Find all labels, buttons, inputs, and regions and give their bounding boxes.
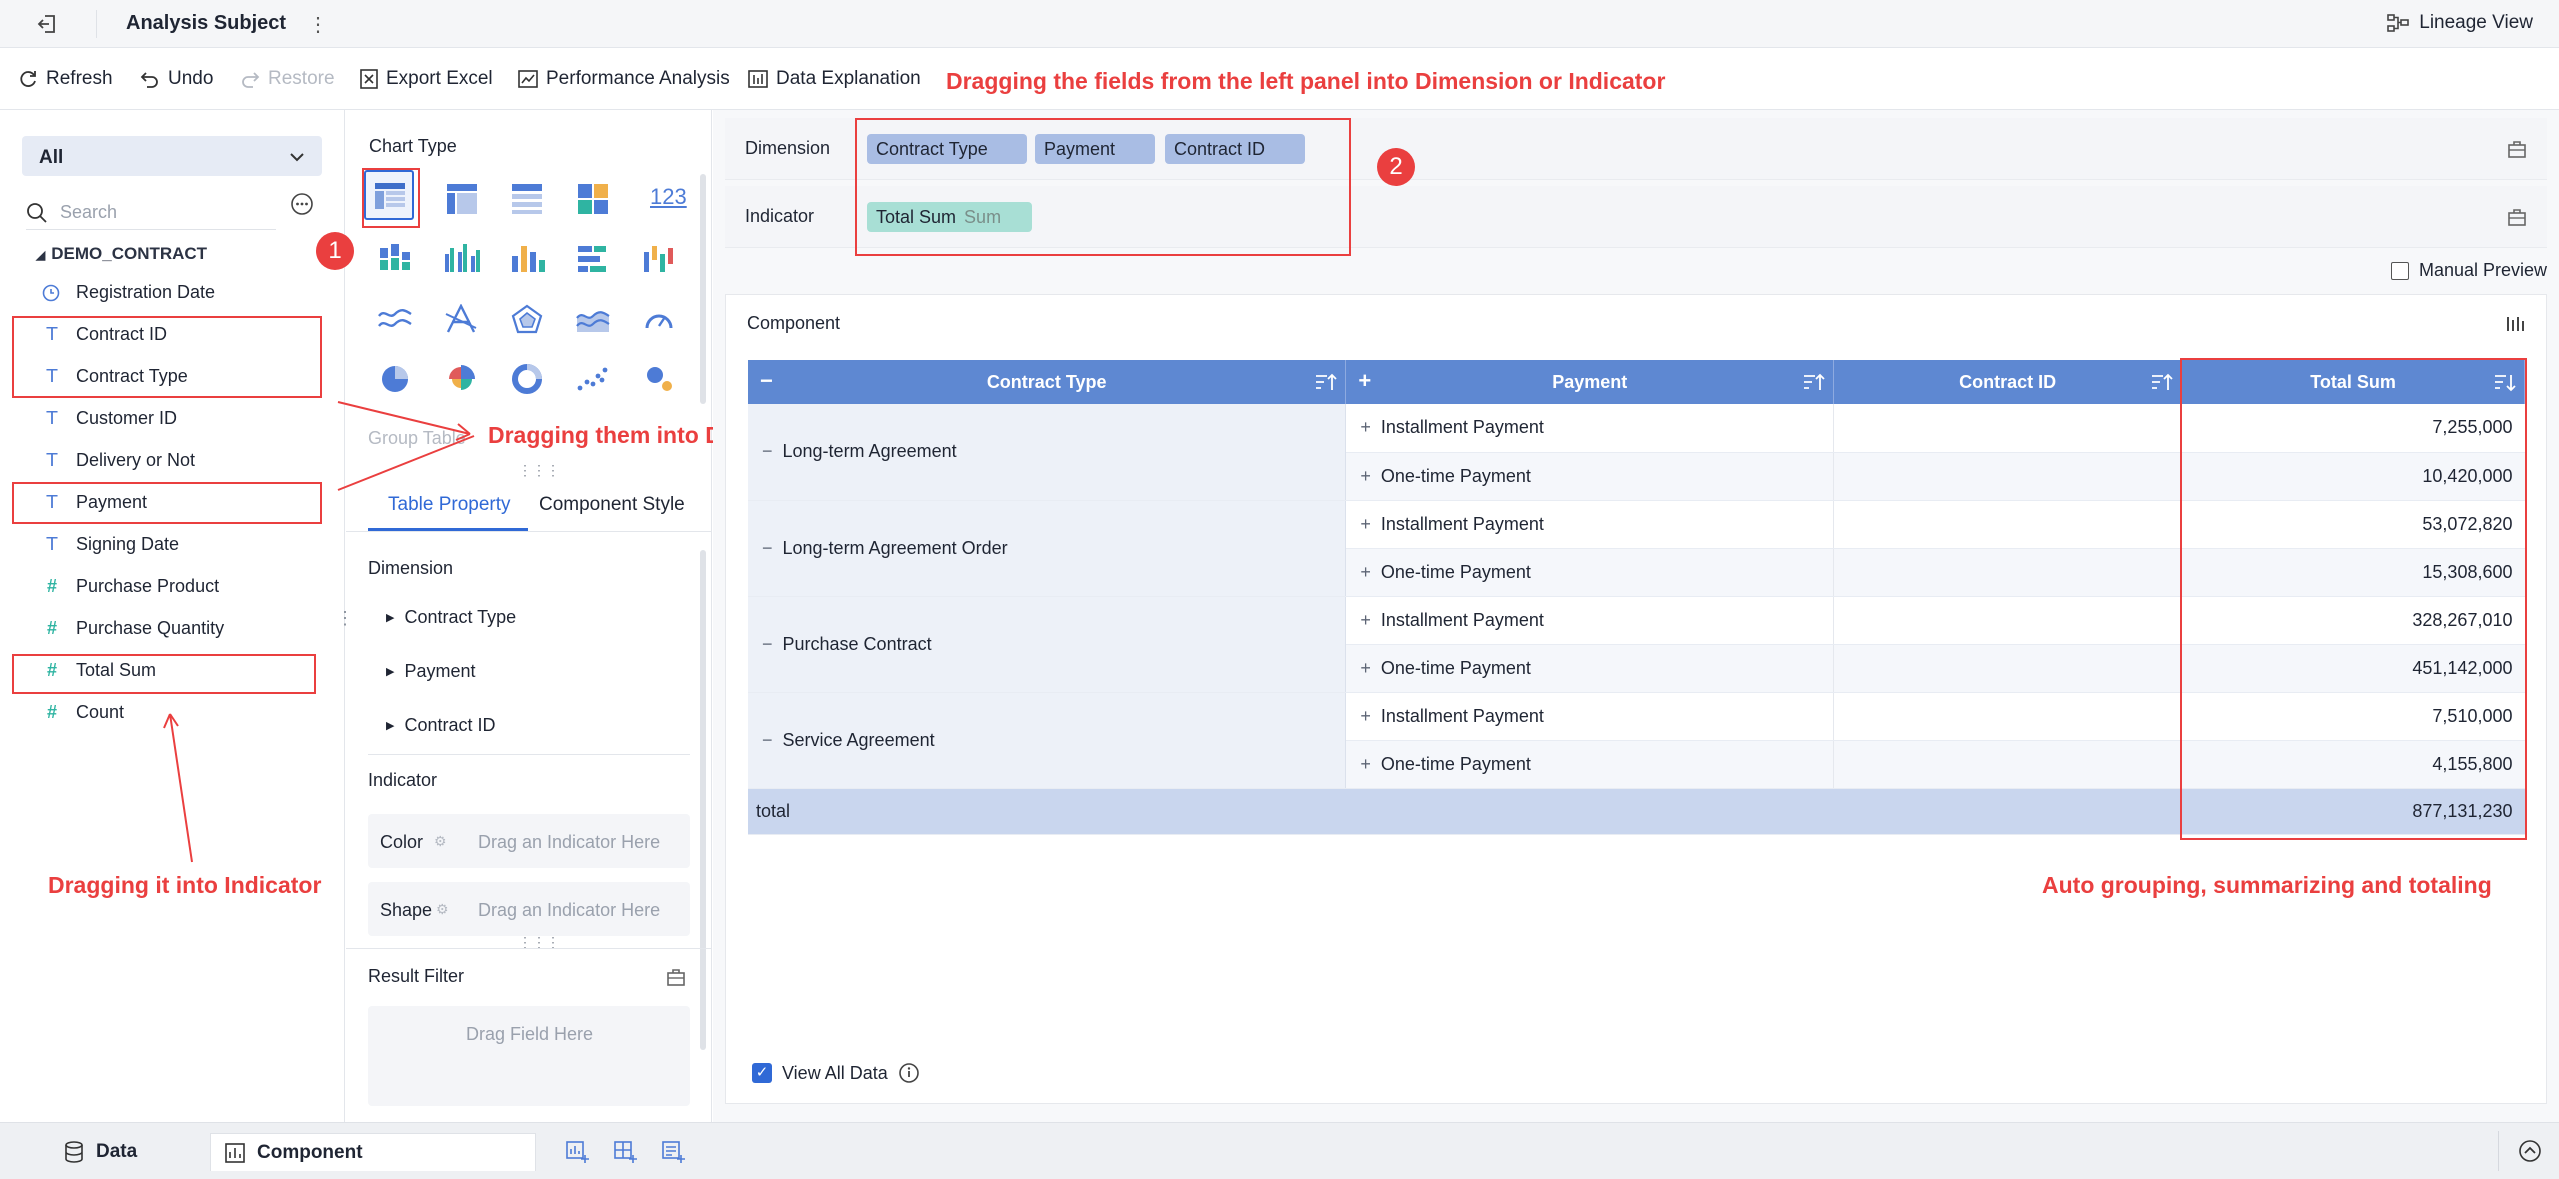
divider — [2498, 1131, 2499, 1171]
tab-data[interactable]: Data — [50, 1133, 151, 1171]
add-dashboard-icon[interactable] — [614, 1141, 638, 1163]
annotation-arrows — [0, 0, 2559, 1179]
component-icon — [225, 1143, 245, 1163]
bottom-bar: Data Component — [0, 1122, 2559, 1179]
add-report-icon[interactable] — [662, 1141, 686, 1163]
database-icon — [64, 1141, 84, 1163]
tab-component-label: Component — [257, 1142, 363, 1164]
tab-component[interactable]: Component — [210, 1133, 536, 1171]
tab-data-label: Data — [96, 1141, 137, 1163]
add-component-icon[interactable] — [566, 1141, 590, 1163]
collapse-up-icon[interactable] — [2518, 1139, 2542, 1163]
